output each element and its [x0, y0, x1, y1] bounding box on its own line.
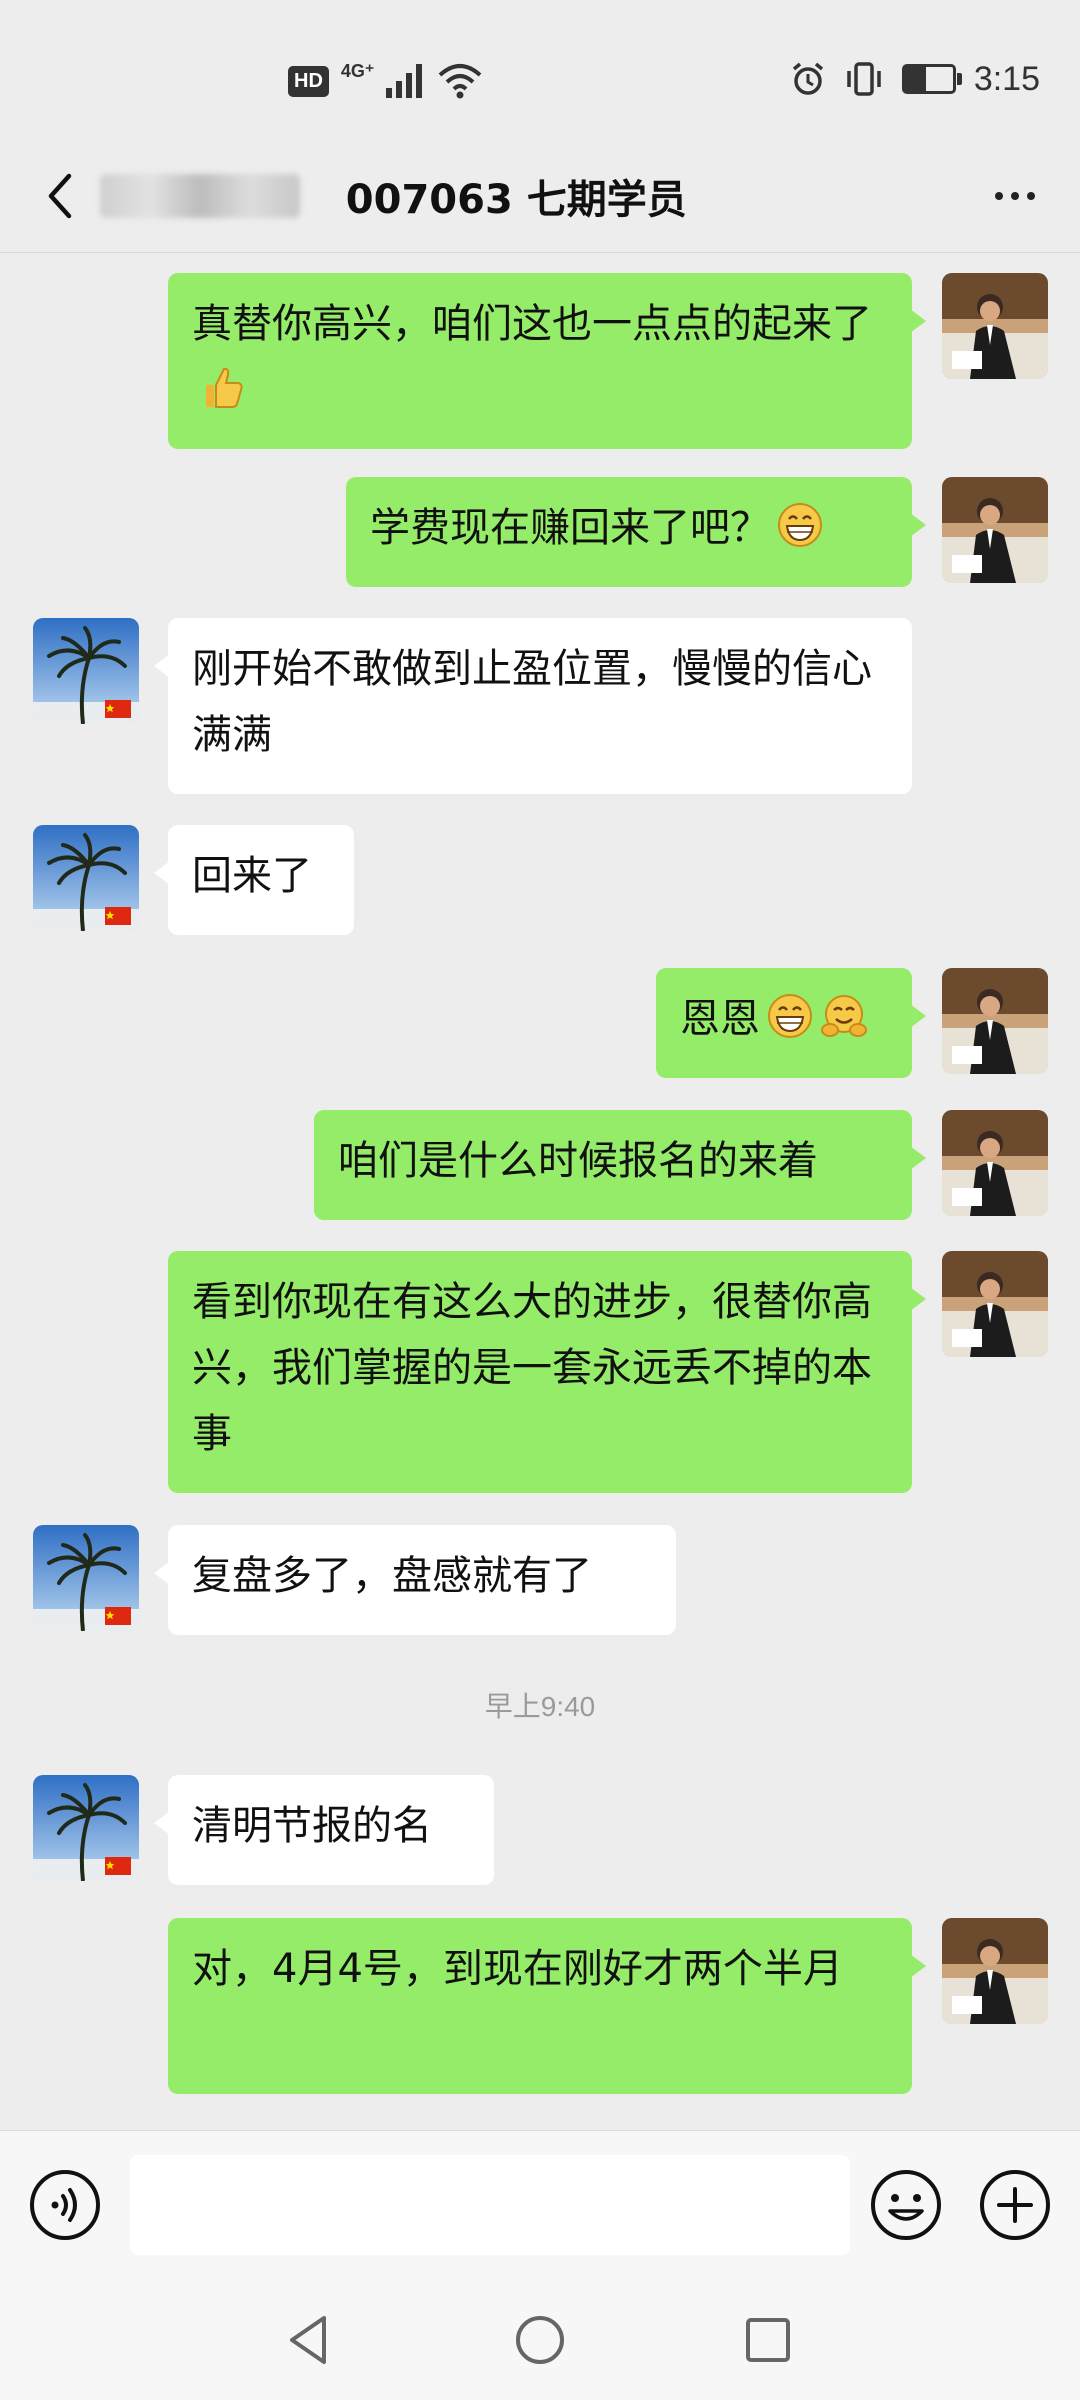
message-text: 咱们是什么时候报名的来着 [338, 1138, 818, 1184]
outgoing-message-row: 恩恩 [0, 968, 1080, 1078]
plus-circle-icon[interactable] [977, 2167, 1053, 2243]
thumbs-up-emoji-icon [206, 367, 243, 408]
outgoing-message-bubble[interactable]: 咱们是什么时候报名的来着 [314, 1110, 926, 1220]
wifi-icon [439, 64, 482, 99]
message-text: 看到你现在有这么大的进步，很替你高兴，我们掌握的是一套永远丢不掉的本事 [192, 1279, 872, 1457]
nav-back-triangle-icon[interactable] [278, 2310, 338, 2370]
timestamp: 早上9:40 [484, 1691, 596, 1722]
signal-icon [386, 64, 423, 98]
incoming-message-row: 清明节报的名 [0, 1775, 1080, 1885]
emoji-smile-icon[interactable] [868, 2167, 944, 2243]
message-text: 恩恩 [680, 996, 760, 1042]
incoming-message-bubble[interactable]: 回来了 [154, 825, 354, 935]
status-left-group: HD 4G⁺ [288, 58, 482, 104]
contact-avatar[interactable] [33, 1775, 139, 1881]
outgoing-message-bubble[interactable]: 学费现在赚回来了吧？ [346, 477, 926, 587]
status-time: 3:15 [973, 59, 1040, 98]
self-avatar[interactable] [942, 968, 1048, 1074]
nav-home-circle-icon[interactable] [510, 2310, 570, 2370]
contact-avatar[interactable] [33, 825, 139, 931]
status-right-group: 3:15 [790, 56, 1040, 102]
chevron-left-icon [48, 173, 72, 219]
redacted-name [100, 174, 300, 218]
status-bar: HD 4G⁺ 3:15 [0, 0, 1080, 158]
outgoing-message-row: 咱们是什么时候报名的来着 [0, 1110, 1080, 1220]
message-text: 复盘多了，盘感就有了 [192, 1553, 592, 1599]
grin-emoji-icon [768, 994, 812, 1038]
incoming-message-bubble[interactable]: 清明节报的名 [154, 1775, 494, 1885]
self-avatar[interactable] [942, 1110, 1048, 1216]
outgoing-message-row: 对，4月4号，到现在刚好才两个半月 [0, 1918, 1080, 2094]
self-avatar[interactable] [942, 273, 1048, 379]
outgoing-message-row: 真替你高兴，咱们这也一点点的起来了 [0, 273, 1080, 449]
grin-emoji-icon [778, 503, 822, 547]
more-dots-icon [1027, 192, 1035, 200]
more-dots-icon [1011, 192, 1019, 200]
hd-badge: HD [288, 65, 329, 97]
outgoing-message-bubble[interactable]: 对，4月4号，到现在刚好才两个半月 [168, 1918, 926, 2094]
incoming-message-row: 复盘多了，盘感就有了 [0, 1525, 1080, 1635]
battery-level [904, 67, 927, 91]
nav-recents-square-icon[interactable] [738, 2310, 798, 2370]
message-text: 学费现在赚回来了吧？ [370, 505, 770, 551]
more-dots-icon [995, 192, 1003, 200]
message-text: 真替你高兴，咱们这也一点点的起来了 [192, 301, 872, 347]
alarm-icon [792, 62, 823, 95]
message-text: 清明节报的名 [192, 1803, 432, 1849]
outgoing-message-bubble[interactable]: 恩恩 [656, 968, 926, 1078]
self-avatar[interactable] [942, 1251, 1048, 1357]
outgoing-message-row: 看到你现在有这么大的进步，很替你高兴，我们掌握的是一套永远丢不掉的本事 [0, 1251, 1080, 1493]
vibrate-icon [847, 62, 881, 96]
hugging-face-emoji-icon [821, 995, 867, 1037]
more-options-button[interactable] [980, 166, 1050, 226]
incoming-message-row: 刚开始不敢做到止盈位置，慢慢的信心满满 [0, 618, 1080, 794]
self-avatar[interactable] [942, 477, 1048, 583]
message-text: 对，4月4号，到现在刚好才两个半月 [192, 1946, 843, 1992]
chat-title: 007063 七期学员 [100, 166, 687, 226]
input-bar [0, 2130, 1080, 2281]
message-input[interactable] [130, 2155, 850, 2255]
contact-avatar[interactable] [33, 618, 139, 724]
battery-icon [901, 64, 962, 94]
outgoing-message-bubble[interactable]: 看到你现在有这么大的进步，很替你高兴，我们掌握的是一套永远丢不掉的本事 [168, 1251, 926, 1493]
outgoing-message-bubble[interactable]: 真替你高兴，咱们这也一点点的起来了 [168, 273, 926, 449]
system-nav-bar [0, 2280, 1080, 2400]
network-type: 4G⁺ [340, 60, 375, 81]
contact-avatar[interactable] [33, 1525, 139, 1631]
self-avatar[interactable] [942, 1918, 1048, 2024]
incoming-message-row: 回来了 [0, 825, 1080, 935]
message-list[interactable]: 真替你高兴，咱们这也一点点的起来了学费现在赚回来了吧？ 刚开始不敢做到止盈位置，慢… [0, 253, 1080, 2130]
message-text: 回来了 [192, 853, 312, 899]
message-text: 刚开始不敢做到止盈位置，慢慢的信心满满 [192, 646, 872, 758]
outgoing-message-row: 学费现在赚回来了吧？ [0, 477, 1080, 587]
incoming-message-bubble[interactable]: 刚开始不敢做到止盈位置，慢慢的信心满满 [154, 618, 912, 794]
incoming-message-bubble[interactable]: 复盘多了，盘感就有了 [154, 1525, 676, 1635]
back-button[interactable] [30, 166, 90, 226]
chat-header: 007063 七期学员 [0, 140, 1080, 253]
voice-icon[interactable] [27, 2167, 103, 2243]
chat-title-text: 007063 七期学员 [304, 177, 687, 223]
